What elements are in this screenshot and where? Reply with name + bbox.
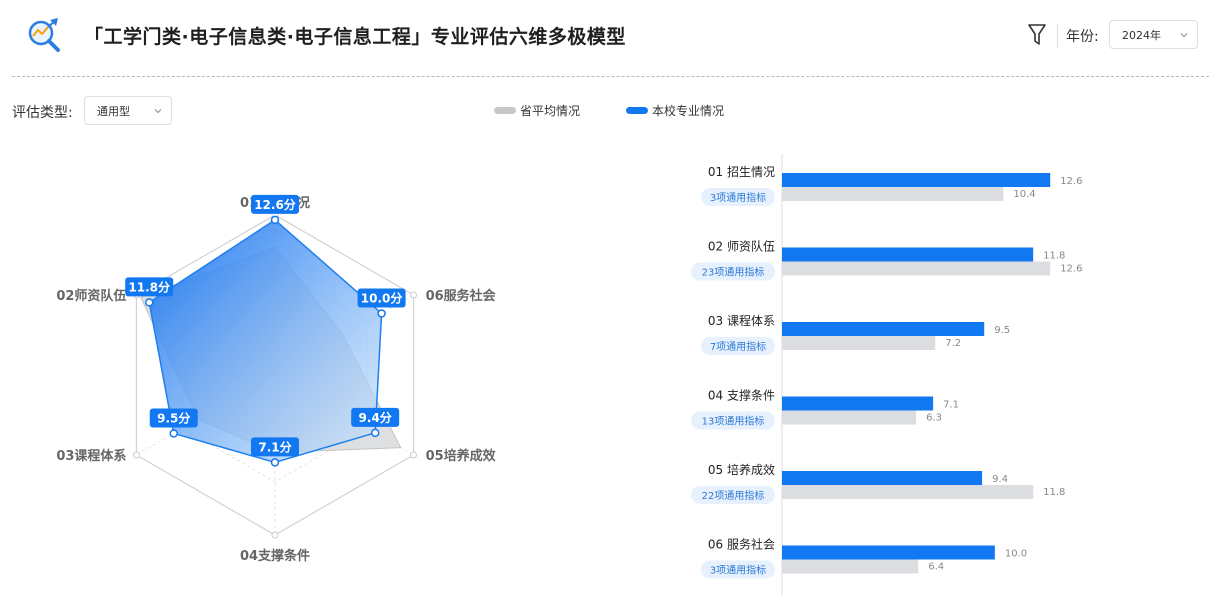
bar-province-average	[782, 410, 917, 425]
indicator-count-label: 13项通用指标	[702, 415, 765, 428]
year-label: 年份:	[1066, 29, 1099, 45]
eval-type-select[interactable]: 通用型	[84, 96, 172, 125]
radar-value-badge: 9.4分	[351, 407, 400, 427]
bar-value-province-average: 10.4	[1013, 189, 1035, 200]
bar-value-school: 7.1	[943, 400, 959, 411]
bar-category-label: 01 招生情况	[708, 165, 775, 179]
radar-value-badge: 11.8分	[125, 277, 174, 297]
radar-axis-label: 03课程体系	[56, 448, 126, 464]
bar-province-average	[782, 559, 919, 574]
radar-value-label: 12.6分	[254, 197, 296, 212]
analytics-logo-icon	[28, 18, 60, 52]
radar-value-label: 7.1分	[258, 439, 291, 454]
bar-category-label: 06 服务社会	[708, 537, 775, 552]
header-separator	[12, 76, 1209, 77]
bar-value-school: 12.6	[1060, 176, 1082, 187]
indicator-count-label: 23项通用指标	[702, 266, 765, 279]
bar-school	[782, 471, 983, 485]
bar-school	[782, 173, 1051, 187]
bar-school	[782, 322, 985, 336]
legend-item-province-average[interactable]: 省平均情况	[494, 103, 581, 118]
radar-axis-end-marker	[410, 451, 418, 459]
year-select-value: 2024年	[1122, 28, 1161, 42]
bar-value-province-average: 7.2	[945, 338, 961, 349]
legend-swatch-gray	[494, 106, 516, 114]
radar-axis-end-marker	[410, 291, 418, 299]
radar-point-school	[370, 428, 380, 438]
radar-point-school	[270, 458, 280, 467]
legend-label-school: 本校专业情况	[652, 103, 725, 118]
radar-value-label: 11.8分	[128, 279, 170, 294]
bar-category-label: 03 课程体系	[708, 313, 775, 328]
chevron-down-icon	[154, 108, 162, 113]
page-title: 「工学门类·电子信息类·电子信息工程」专业评估六维多极模型	[84, 26, 626, 48]
year-select[interactable]: 2024年	[1109, 20, 1198, 49]
bar-row: 06 服务社会 3项通用指标 10.0 6.4	[701, 537, 1027, 579]
bar-category-label: 04 支撑条件	[708, 388, 775, 403]
radar-axis-label: 04支撑条件	[240, 548, 310, 564]
radar-axis-end-marker	[132, 451, 140, 459]
bar-category-label: 02 师资队伍	[708, 239, 775, 254]
radar-value-badge: 9.5分	[149, 408, 198, 428]
radar-chart: 01招生情况02师资队伍03课程体系04支撑条件05培养成效06服务社会12.6…	[56, 194, 497, 564]
app-root: 「工学门类·电子信息类·电子信息工程」专业评估六维多极模型 年份: 2024年 …	[0, 0, 1229, 608]
radar-point-school	[169, 429, 178, 438]
bar-row: 01 招生情况 3项通用指标 12.6 10.4	[701, 165, 1082, 206]
bar-province-average	[782, 336, 936, 350]
bar-school	[782, 247, 1034, 262]
bar-row: 02 师资队伍 23项通用指标 11.8 12.6	[691, 239, 1082, 281]
radar-axis-label: 06服务社会	[426, 288, 497, 304]
radar-value-label: 9.5分	[157, 410, 190, 425]
header-divider	[1057, 24, 1058, 48]
radar-point-school	[377, 309, 386, 318]
indicator-count-label: 7项通用指标	[710, 340, 766, 353]
legend-swatch-blue	[626, 106, 648, 114]
radar-point-school	[270, 215, 280, 225]
bar-value-province-average: 6.3	[926, 413, 942, 424]
radar-axis-label: 02师资队伍	[56, 288, 126, 304]
radar-axis-label: 05培养成效	[426, 448, 497, 464]
indicator-count-label: 3项通用指标	[710, 564, 766, 577]
eval-type-select-value: 通用型	[97, 104, 130, 118]
bar-value-school: 9.4	[992, 474, 1008, 485]
bar-value-school: 9.5	[994, 325, 1010, 336]
radar-point-school	[144, 298, 154, 307]
radar-value-label: 10.0分	[361, 290, 403, 305]
bar-row: 04 支撑条件 13项通用指标 7.16.3	[691, 388, 959, 430]
bar-province-average	[782, 187, 1004, 201]
bar-row: 03 课程体系 7项通用指标 9.5 7.2	[701, 313, 1010, 355]
radar-value-badge: 10.0分	[357, 288, 406, 308]
chevron-down-icon	[1180, 32, 1188, 37]
bar-chart: 01 招生情况 3项通用指标 12.6 10.4 02 师资队伍 23项通用指标 11.8 1…	[691, 154, 1082, 595]
bar-value-province-average: 11.8	[1043, 487, 1065, 498]
radar-value-label: 9.4分	[359, 410, 392, 425]
indicator-count-label: 3项通用指标	[710, 191, 766, 204]
header: 「工学门类·电子信息类·电子信息工程」专业评估六维多极模型 年份: 2024年	[0, 0, 1229, 78]
bar-value-school: 11.8	[1043, 251, 1065, 262]
radar-value-badge: 12.6分	[251, 194, 299, 214]
bar-province-average	[782, 261, 1051, 276]
bar-row: 05 培养成效 22项通用指标 9.4 11.8	[691, 462, 1065, 504]
bar-value-school: 10.0	[1005, 549, 1027, 560]
bar-category-label: 05 培养成效	[708, 462, 775, 477]
radar-value-badge: 7.1分	[251, 437, 299, 457]
indicator-count-label: 22项通用指标	[702, 489, 765, 502]
radar-axis-end-marker	[271, 531, 279, 539]
bar-school	[782, 545, 995, 560]
eval-type-label: 评估类型:	[12, 105, 73, 121]
bar-school	[782, 396, 934, 411]
legend-label-province-average: 省平均情况	[520, 103, 581, 118]
legend-item-school[interactable]: 本校专业情况	[626, 103, 725, 118]
bar-value-province-average: 12.6	[1060, 264, 1082, 275]
filter-icon[interactable]	[1026, 22, 1048, 48]
bar-value-province-average: 6.4	[928, 562, 944, 573]
bar-province-average	[782, 485, 1034, 499]
